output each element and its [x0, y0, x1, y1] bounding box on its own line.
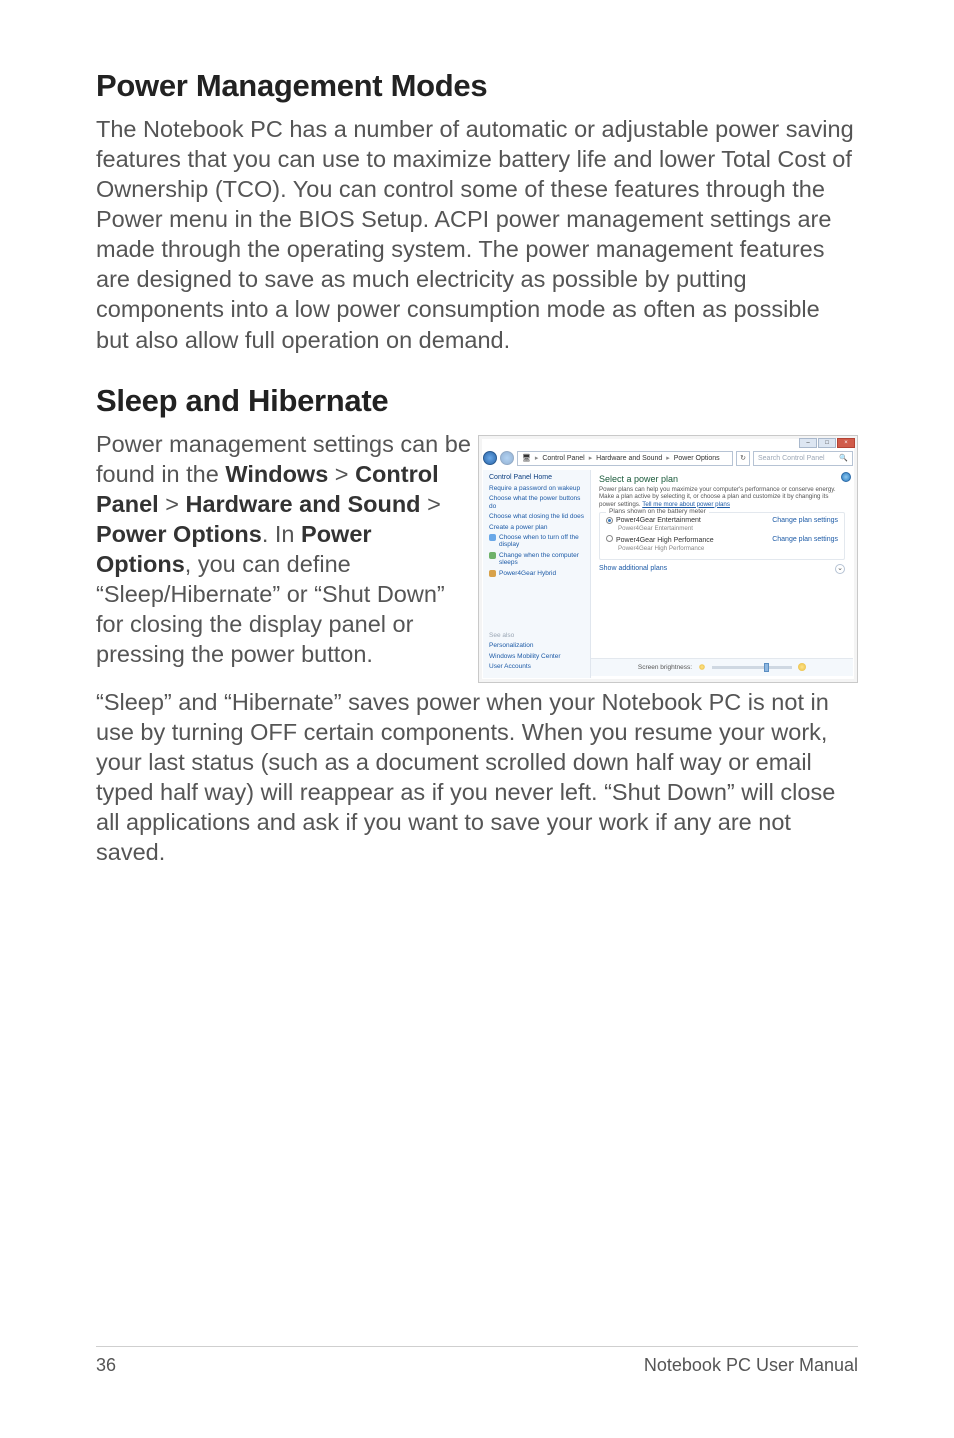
heading-power-management: Power Management Modes [96, 68, 858, 104]
change-plan-1-link[interactable]: Change plan settings [772, 517, 838, 524]
forward-button[interactable] [500, 451, 514, 465]
brightness-label: Screen brightness: [638, 664, 692, 671]
heading-sleep-hibernate: Sleep and Hibernate [96, 383, 858, 419]
sidebar-link-power4gear[interactable]: Power4Gear Hybrid [499, 570, 556, 577]
main-title: Select a power plan [599, 474, 845, 484]
brightness-bar: Screen brightness: [591, 658, 853, 676]
power-options-screenshot: – □ × 🖥 ▸ Control Panel ▸ Hardware and S… [478, 435, 858, 683]
plan-2-label: Power4Gear High Performance [616, 537, 714, 544]
window-controls: – □ × [799, 438, 855, 448]
tell-me-more-link[interactable]: Tell me more about power plans [642, 501, 730, 508]
minimize-button[interactable]: – [799, 438, 817, 448]
page-footer: 36 Notebook PC User Manual [96, 1346, 858, 1376]
address-bar: 🖥 ▸ Control Panel ▸ Hardware and Sound ▸… [483, 450, 853, 467]
display-icon [489, 534, 496, 541]
sidebar-link-closing-lid[interactable]: Choose what closing the lid does [489, 513, 585, 520]
see-also-label: See also [489, 632, 585, 639]
search-placeholder: Search Control Panel [758, 452, 825, 465]
main-panel: Select a power plan Power plans can help… [591, 470, 853, 678]
sidebar-link-turn-off-display[interactable]: Choose when to turn off the display [499, 534, 585, 549]
sidebar-home[interactable]: Control Panel Home [489, 474, 585, 481]
page-number: 36 [96, 1355, 116, 1376]
show-additional-plans-link[interactable]: Show additional plans [599, 565, 667, 572]
sidebar-link-personalization[interactable]: Personalization [489, 642, 585, 649]
breadcrumb-seg-2[interactable]: Hardware and Sound [596, 455, 662, 462]
plans-fieldset: Plans shown on the battery meter Power4G… [599, 512, 845, 560]
brightness-slider[interactable] [712, 666, 792, 669]
radio-plan-2[interactable] [606, 535, 613, 542]
plan-2-sub: Power4Gear High Performance [618, 545, 838, 552]
sidebar-link-require-password[interactable]: Require a password on wakeup [489, 485, 585, 492]
main-description: Power plans can help you maximize your c… [599, 486, 845, 508]
back-button[interactable] [483, 451, 497, 465]
power4gear-icon [489, 570, 496, 577]
breadcrumb-icon: 🖥 [522, 455, 531, 462]
maximize-button[interactable]: □ [818, 438, 836, 448]
paragraph-intro: The Notebook PC has a number of automati… [96, 114, 858, 355]
plan-1-sub: Power4Gear Entertainment [618, 525, 838, 532]
paragraph-sleep-hibernate-desc: “Sleep” and “Hibernate” saves power when… [96, 687, 858, 867]
fieldset-legend: Plans shown on the battery meter [606, 508, 709, 515]
close-button[interactable]: × [837, 438, 855, 448]
search-icon: 🔍 [839, 452, 848, 465]
refresh-button[interactable]: ↻ [736, 451, 750, 466]
sidebar: Control Panel Home Require a password on… [483, 470, 591, 678]
sleep-icon [489, 552, 496, 559]
brightness-high-icon [798, 663, 806, 671]
breadcrumb[interactable]: 🖥 ▸ Control Panel ▸ Hardware and Sound ▸… [517, 451, 733, 466]
brightness-low-icon [699, 664, 705, 670]
sidebar-link-create-plan[interactable]: Create a power plan [489, 524, 585, 531]
radio-plan-1[interactable] [606, 517, 613, 524]
search-input[interactable]: Search Control Panel 🔍 [753, 451, 853, 466]
manual-title: Notebook PC User Manual [644, 1355, 858, 1376]
sidebar-link-user-accounts[interactable]: User Accounts [489, 663, 585, 670]
sidebar-link-power-buttons[interactable]: Choose what the power buttons do [489, 495, 585, 510]
change-plan-2-link[interactable]: Change plan settings [772, 536, 838, 543]
breadcrumb-seg-1[interactable]: Control Panel [542, 455, 584, 462]
sidebar-link-computer-sleeps[interactable]: Change when the computer sleeps [499, 552, 585, 567]
expand-button[interactable]: ⌄ [835, 564, 845, 574]
breadcrumb-seg-3[interactable]: Power Options [674, 455, 720, 462]
help-icon[interactable] [841, 472, 851, 482]
brightness-slider-thumb[interactable] [764, 663, 769, 672]
sidebar-link-mobility-center[interactable]: Windows Mobility Center [489, 653, 585, 660]
plan-1-label: Power4Gear Entertainment [616, 517, 701, 524]
